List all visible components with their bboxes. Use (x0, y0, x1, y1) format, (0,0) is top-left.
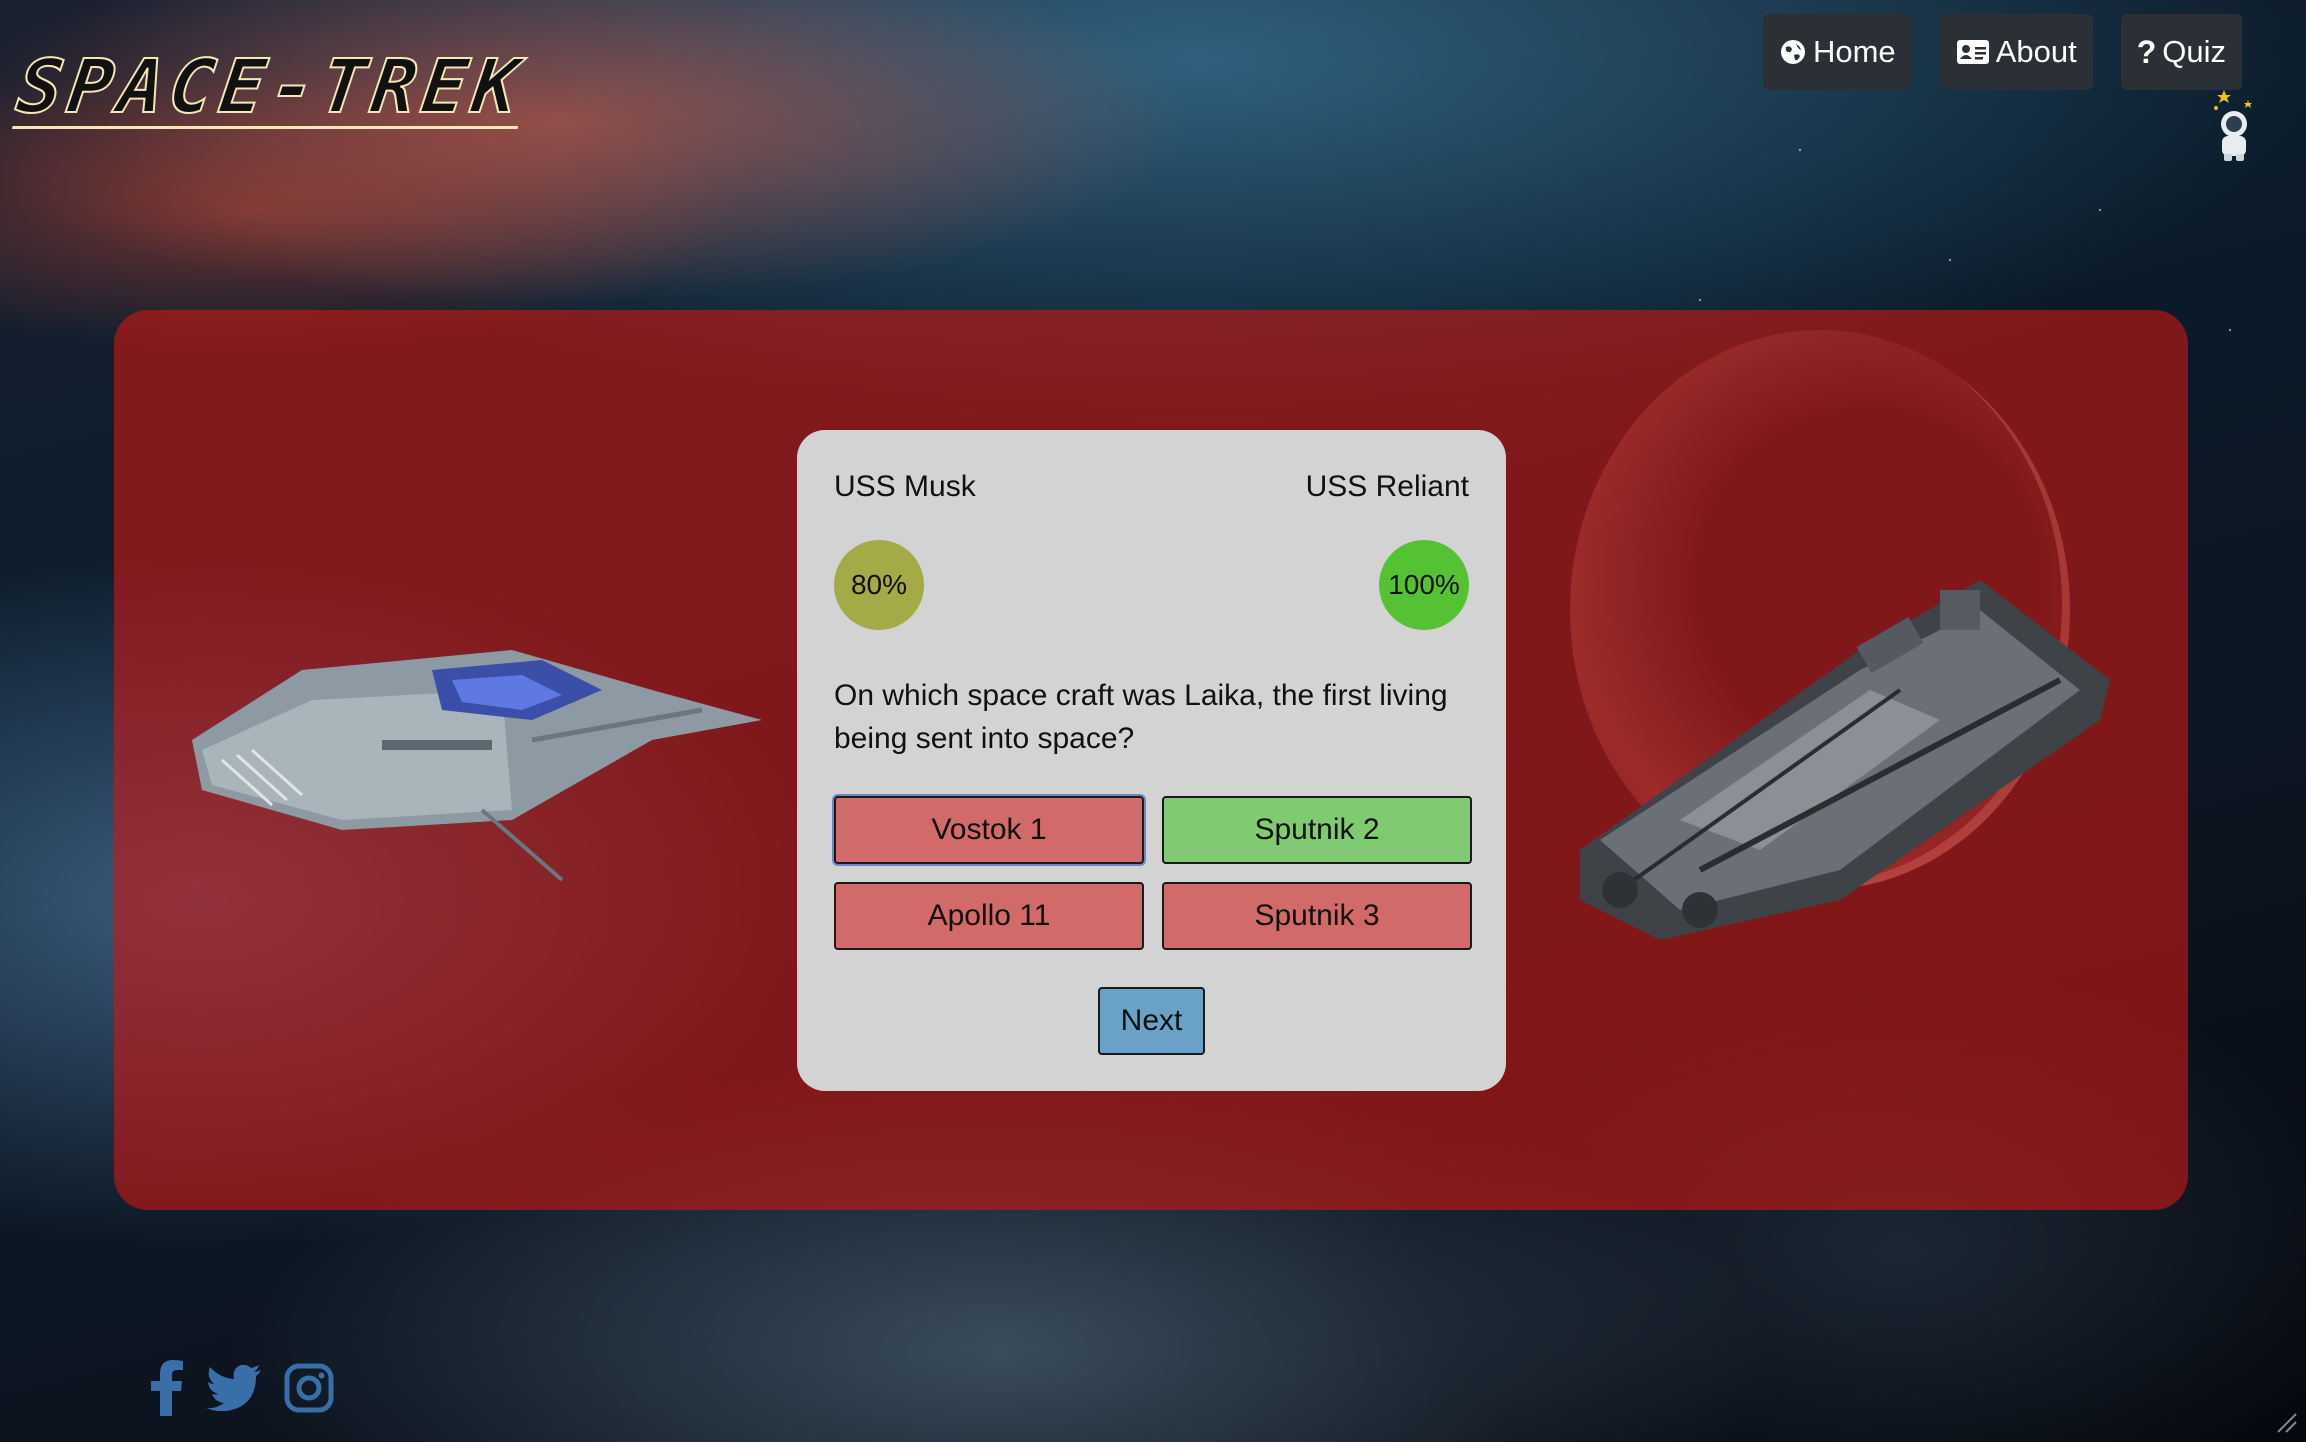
player-ship-left (192, 650, 762, 882)
player-ship-right (1580, 580, 2110, 940)
score-badge-right: 100% (1379, 540, 1469, 630)
nav-quiz-label: Quiz (2162, 34, 2226, 69)
answer-button-vostok-1[interactable]: Vostok 1 (834, 796, 1144, 864)
globe-icon (1779, 38, 1807, 66)
instagram-icon[interactable] (284, 1363, 334, 1413)
next-button[interactable]: Next (1098, 987, 1205, 1055)
answer-button-sputnik-2[interactable]: Sputnik 2 (1162, 796, 1472, 864)
nav-home-label: Home (1812, 34, 1896, 69)
twitter-icon[interactable] (206, 1365, 262, 1411)
question-text: On which space craft was Laika, the firs… (834, 679, 1448, 755)
main-nav: Home About ? Quiz (1762, 14, 2242, 90)
player-name-left: USS Musk (834, 470, 976, 503)
score-badge-left: 80% (834, 540, 924, 630)
answer-button-apollo-11[interactable]: Apollo 11 (834, 882, 1144, 950)
facebook-icon[interactable] (150, 1360, 184, 1416)
social-links (150, 1360, 334, 1416)
question-icon: ? (2136, 33, 2157, 70)
id-card-icon (1956, 39, 1990, 65)
quiz-card: USS Musk USS Reliant 80% 100% On which s… (797, 430, 1506, 1091)
nav-about-button[interactable]: About (1939, 14, 2093, 90)
astronaut-icon (2214, 90, 2252, 161)
nav-quiz-button[interactable]: ? Quiz (2120, 14, 2242, 90)
nav-about-label: About (1995, 34, 2077, 69)
nav-home-button[interactable]: Home (1762, 14, 1912, 90)
answer-button-sputnik-3[interactable]: Sputnik 3 (1162, 882, 1472, 950)
player-name-right: USS Reliant (1305, 470, 1469, 503)
site-logo[interactable]: SPACE-TREK (11, 43, 531, 131)
resize-handle-icon[interactable] (2276, 1412, 2298, 1434)
